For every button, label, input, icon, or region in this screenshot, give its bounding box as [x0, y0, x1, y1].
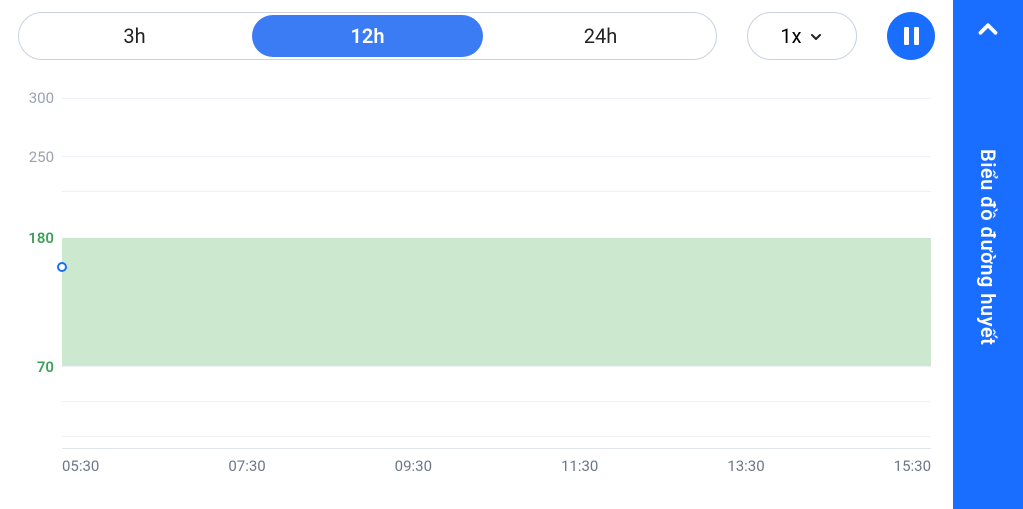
app-root: 3h12h24h 1x 300 250 180 70 05:30 07:30 09:30 1…: [0, 0, 1023, 509]
time-range-24h[interactable]: 24h: [485, 13, 716, 59]
y-tick: 180: [28, 229, 54, 247]
controls-row: 3h12h24h 1x: [12, 12, 941, 60]
time-range-3h[interactable]: 3h: [19, 13, 250, 59]
y-tick: 250: [29, 148, 54, 166]
gridline: [62, 98, 931, 99]
time-range-segmented: 3h12h24h: [18, 12, 717, 60]
plot-area[interactable]: [62, 98, 931, 449]
gridline: [62, 156, 931, 157]
x-axis: 05:30 07:30 09:30 11:30 13:30 15:30: [62, 457, 931, 475]
chevron-down-icon: [808, 29, 824, 45]
target-range-band: [62, 238, 931, 366]
speed-selector[interactable]: 1x: [747, 12, 857, 60]
glucose-chart: 30025018070 05:3007:3009:3011:3013:3015:…: [12, 94, 941, 509]
gridline: [62, 401, 931, 402]
data-point[interactable]: [57, 262, 67, 272]
gridline: [62, 191, 931, 192]
side-panel-title: Biểu đồ đường huyết: [976, 149, 1000, 345]
y-axis: 30025018070: [12, 98, 62, 449]
x-tick: 15:30: [894, 457, 931, 475]
gridline: [62, 366, 931, 367]
speed-label: 1x: [780, 24, 801, 48]
y-tick: 70: [37, 358, 54, 376]
x-tick: 05:30: [62, 457, 99, 475]
pause-icon: [904, 27, 919, 45]
x-tick: 07:30: [228, 457, 265, 475]
time-range-12h[interactable]: 12h: [252, 15, 483, 57]
gridline: [62, 436, 931, 437]
main-panel: 3h12h24h 1x 300 250 180 70 05:30 07:30 09:30 1…: [0, 0, 953, 509]
chevron-up-icon[interactable]: [973, 14, 1003, 44]
pause-button[interactable]: [887, 12, 935, 60]
x-tick: 09:30: [395, 457, 432, 475]
x-tick: 11:30: [561, 457, 598, 475]
x-tick: 13:30: [727, 457, 764, 475]
y-tick: 300: [29, 89, 54, 107]
side-panel[interactable]: Biểu đồ đường huyết: [953, 0, 1023, 509]
